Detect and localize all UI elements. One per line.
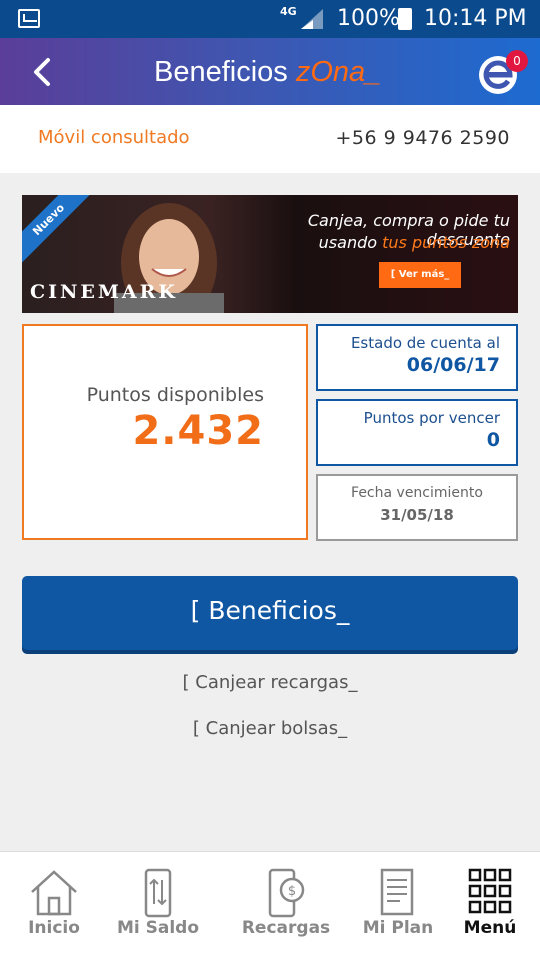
nav-menu[interactable]: Menú [436,852,540,960]
consulted-line-number: +56 9 9476 2590 [335,127,510,149]
available-points-card: Puntos disponibles 2.432 [22,324,308,540]
expiring-points-value: 0 [486,429,500,451]
cinemark-logo: CINEMARK [30,281,178,303]
app-header: Beneficios zOna_ 0 [0,38,540,105]
account-status-date: 06/06/17 [406,354,500,376]
redeem-bundles-link[interactable]: [ Canjear bolsas_ [0,718,540,739]
battery-charging-icon [398,8,412,30]
nav-inicio-label: Inicio [28,918,80,938]
available-points-label: Puntos disponibles [86,384,264,406]
nav-recargas[interactable]: $ Recargas [232,852,340,960]
status-bar: 4G 100% 10:14 PM [0,0,540,38]
nav-menu-label: Menú [463,918,517,938]
account-status-label: Estado de cuenta al [350,334,500,352]
title-accent: zOna_ [295,56,382,88]
home-icon [31,870,77,916]
available-points-value: 2.432 [132,408,264,454]
benefits-button[interactable]: [ Beneficios_ [22,576,518,650]
back-arrow-icon[interactable] [26,52,62,92]
expiry-date-label: Fecha vencimiento [351,485,483,501]
promo-line2: usando tus puntos zona [318,233,510,252]
page-title: Beneficios zOna_ [154,56,382,88]
see-more-button[interactable]: [ Ver más_ [379,262,461,288]
nav-mi-saldo[interactable]: Mi Saldo [104,852,212,960]
gallery-notification-icon [18,9,40,28]
account-status-card: Estado de cuenta al 06/06/17 [316,324,518,391]
clock: 10:14 PM [424,6,527,31]
consulted-line-row: Móvil consultado +56 9 9476 2590 [0,105,540,173]
expiry-date-card: Fecha vencimiento 31/05/18 [316,474,518,541]
document-icon [380,868,414,916]
grid-icon [468,868,512,914]
consulted-line-label: Móvil consultado [38,127,190,148]
phone-money-icon: $ [268,868,305,918]
network-type: 4G [280,5,297,18]
signal-icon [301,9,323,29]
svg-text:$: $ [288,884,296,899]
expiry-date-value: 31/05/18 [380,506,454,524]
nav-recargas-label: Recargas [241,918,331,938]
notification-badge[interactable]: 0 [506,50,528,72]
phone-transfer-icon [144,868,172,918]
bottom-navigation: Inicio Mi Saldo $ Recargas Mi Plan Menú [0,851,540,960]
battery-percent: 100% [337,6,400,31]
nav-mi-saldo-label: Mi Saldo [116,918,200,938]
cinemark-promo-banner[interactable]: Nuevo Canjea, compra o pide tu descuento… [22,195,518,313]
expiring-points-label: Puntos por vencer [363,409,500,427]
expiring-points-card: Puntos por vencer 0 [316,399,518,466]
nav-inicio[interactable]: Inicio [0,852,108,960]
redeem-topups-link[interactable]: [ Canjear recargas_ [0,672,540,693]
